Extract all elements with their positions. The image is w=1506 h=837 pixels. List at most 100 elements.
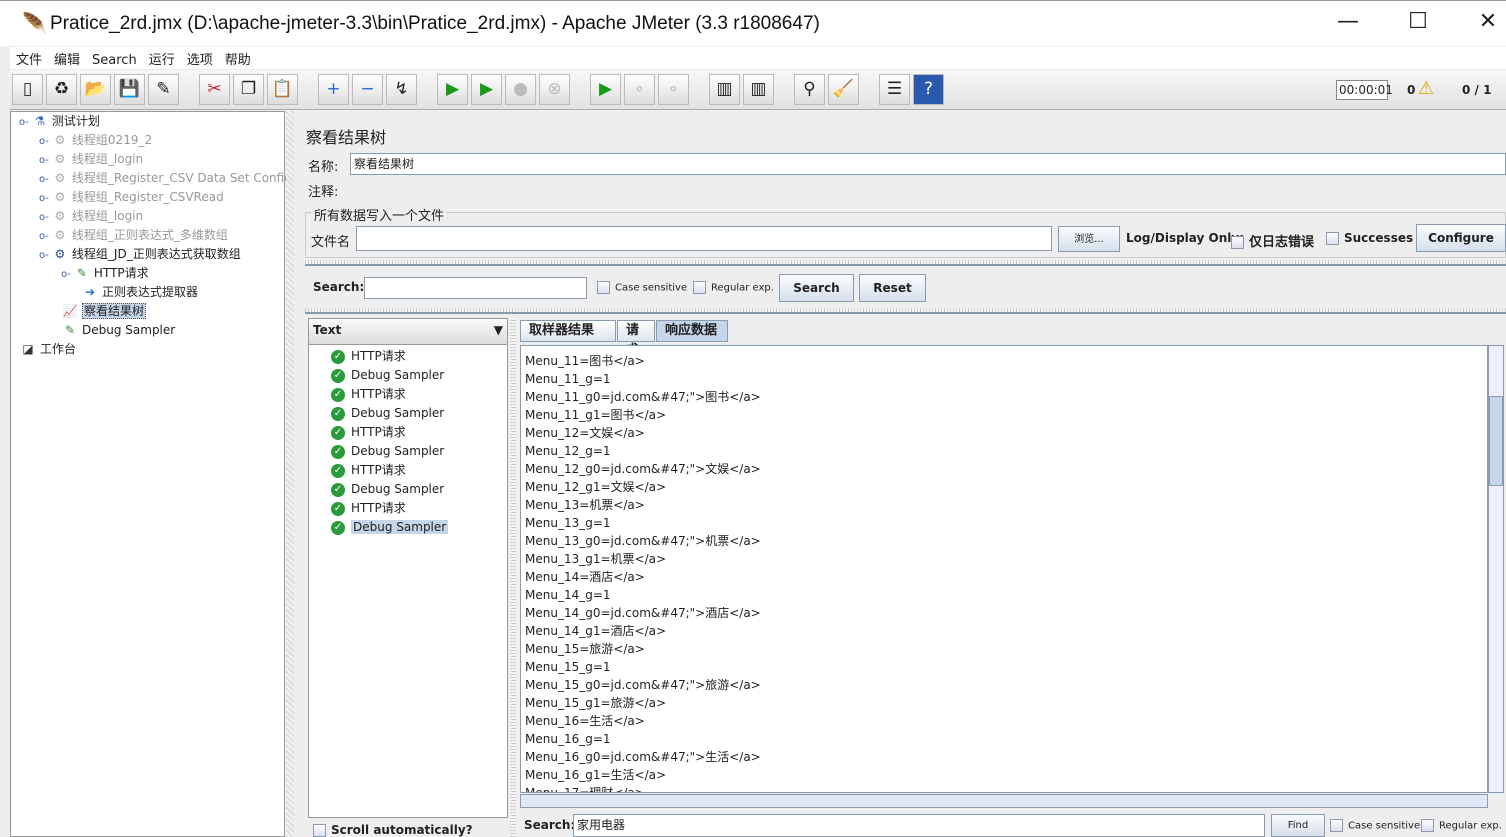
tree-toggle-icon[interactable]: o-	[39, 155, 49, 166]
shutdown-icon[interactable]: ⊗	[539, 74, 570, 105]
result-item[interactable]: ✓ Debug Sampler	[331, 366, 444, 385]
response-line: Menu_11_g=1	[525, 372, 611, 386]
menu-item[interactable]: 选项	[181, 47, 219, 70]
bottom-case-checkbox[interactable]: Case sensitive	[1330, 819, 1420, 832]
tree-toggle-icon[interactable]: o-	[39, 250, 49, 261]
save-as-icon[interactable]: ✎	[148, 74, 179, 105]
bottom-regex-checkbox[interactable]: Regular exp.	[1421, 819, 1502, 832]
reset-button[interactable]: Reset	[859, 274, 926, 302]
tree-node[interactable]: o- ⚙ 线程组_login	[39, 150, 143, 169]
result-item[interactable]: ✓ HTTP请求	[331, 461, 406, 480]
tree-node[interactable]: o- ⚙ 线程组_正则表达式_多维数组	[39, 226, 228, 245]
tree-node[interactable]: o- ⚙ 线程组_login	[39, 207, 143, 226]
close-button[interactable]: ✕	[1468, 9, 1506, 34]
function-helper-icon[interactable]: ☰	[879, 74, 910, 105]
result-item[interactable]: ✓ HTTP请求	[331, 347, 406, 366]
menu-item[interactable]: 运行	[143, 47, 181, 70]
divider[interactable]	[305, 308, 1506, 314]
response-data-text[interactable]: Menu_11=图书</a> Menu_11_g=1 Menu_11_g0=jd.c…	[520, 345, 1488, 793]
tree-node[interactable]: o- ⚙ 线程组0219_2	[39, 131, 152, 150]
tree-toggle-icon[interactable]: o-	[61, 269, 71, 280]
paste-icon[interactable]: 📋	[267, 74, 298, 105]
minimize-button[interactable]: —	[1328, 9, 1368, 34]
result-item[interactable]: ✓ HTTP请求	[331, 385, 406, 404]
successes-checkbox[interactable]: Successes	[1326, 231, 1413, 245]
browse-button[interactable]: 浏览...	[1058, 226, 1120, 252]
divider[interactable]	[305, 260, 1506, 266]
find-button[interactable]: Find	[1271, 814, 1325, 837]
tree-node[interactable]: o- ⚙ 线程组_Register_CSV Data Set Config	[39, 169, 292, 188]
tree-node[interactable]: o- ⚙ 线程组_Register_CSVRead	[39, 188, 224, 207]
collapse-icon[interactable]: −	[352, 74, 383, 105]
tree-node[interactable]: ✎ Debug Sampler	[61, 321, 175, 340]
tab-1[interactable]: 请求	[617, 320, 655, 358]
bottom-search-input[interactable]: 家用电器	[573, 814, 1265, 837]
tab-2[interactable]: 响应数据	[656, 320, 728, 342]
configure-button[interactable]: Configure	[1416, 224, 1506, 252]
search-icon[interactable]: ⚲	[794, 74, 825, 105]
clear-all-icon[interactable]: ▥	[743, 74, 774, 105]
start-no-pause-icon[interactable]: ▶	[471, 74, 502, 105]
new-icon[interactable]: ▯	[12, 74, 43, 105]
vertical-scrollbar[interactable]	[1488, 345, 1504, 793]
reset-search-icon[interactable]: 🧹	[828, 74, 859, 105]
splitter[interactable]	[286, 111, 294, 837]
file-name-input[interactable]	[356, 226, 1052, 251]
maximize-button[interactable]: ☐	[1398, 9, 1438, 34]
success-shield-icon: ✓	[331, 406, 345, 421]
tree-toggle-icon[interactable]: o-	[39, 193, 49, 204]
scroll-auto-checkbox[interactable]: Scroll automatically?	[313, 823, 473, 837]
tree-toggle-icon[interactable]: o-	[39, 231, 49, 242]
tab-0[interactable]: 取样器结果	[520, 320, 616, 342]
save-icon[interactable]: 💾	[114, 74, 145, 105]
name-field[interactable]: 察看结果树	[350, 153, 1506, 175]
result-item[interactable]: ✓ HTTP请求	[331, 499, 406, 518]
success-shield-icon: ✓	[331, 520, 345, 535]
menu-item[interactable]: 帮助	[219, 47, 257, 70]
help-icon[interactable]: ?	[913, 74, 944, 105]
errors-checkbox[interactable]: 仅日志错误	[1231, 231, 1314, 250]
menu-item[interactable]: 文件	[10, 47, 48, 70]
search-button[interactable]: Search	[779, 274, 854, 302]
tree-toggle-icon[interactable]: o-	[39, 174, 49, 185]
result-item[interactable]: ✓ Debug Sampler	[331, 442, 444, 461]
horizontal-scrollbar[interactable]	[520, 794, 1488, 808]
comment-field[interactable]	[345, 178, 1506, 200]
toggle-icon[interactable]: ↯	[386, 74, 417, 105]
results-splitter[interactable]	[510, 318, 516, 837]
case-sensitive-checkbox[interactable]: Case sensitive	[597, 281, 687, 294]
tree-node[interactable]: ◪ 工作台	[19, 340, 76, 359]
remote-shutdown-icon[interactable]: ∘	[658, 74, 689, 105]
tree-node[interactable]: 📈 察看结果树	[61, 302, 147, 321]
cut-icon[interactable]: ✂	[199, 74, 230, 105]
tree-toggle-icon[interactable]: o-	[19, 117, 29, 128]
copy-icon[interactable]: ❐	[233, 74, 264, 105]
renderer-select[interactable]: Text ▼	[309, 319, 507, 345]
clear-icon[interactable]: ▥	[709, 74, 740, 105]
expand-icon[interactable]: +	[318, 74, 349, 105]
remote-start-icon[interactable]: ▶	[590, 74, 621, 105]
test-plan-tree[interactable]: o- ⚗ 测试计划 o- ⚙ 线程组0219_2 o- ⚙ 线程组_login o- ⚙ 线程组_Re…	[10, 111, 292, 837]
regex-checkbox[interactable]: Regular exp.	[693, 281, 774, 294]
tree-node[interactable]: o- ✎ HTTP请求	[61, 264, 149, 283]
start-icon[interactable]: ▶	[437, 74, 468, 105]
tree-node[interactable]: o- ⚙ 线程组_JD_正则表达式获取数组	[39, 245, 241, 264]
open-icon[interactable]: 📂	[80, 74, 111, 105]
tree-node[interactable]: o- ⚗ 测试计划	[19, 112, 100, 131]
result-item[interactable]: ✓ Debug Sampler	[331, 404, 444, 423]
tree-toggle-icon[interactable]: o-	[39, 212, 49, 223]
warning-icon[interactable]: ⚠	[1418, 78, 1434, 99]
menu-item[interactable]: Search	[86, 51, 143, 70]
templates-icon[interactable]: ♻	[46, 74, 77, 105]
menu-item[interactable]: 编辑	[48, 47, 86, 70]
remote-stop-icon[interactable]: ∘	[624, 74, 655, 105]
tree-toggle-icon[interactable]: o-	[39, 136, 49, 147]
stop-icon[interactable]: ●	[505, 74, 536, 105]
result-item-label: HTTP请求	[351, 387, 406, 401]
tree-node[interactable]: ➔ 正则表达式提取器	[81, 283, 198, 302]
search-input[interactable]	[364, 277, 587, 299]
result-item[interactable]: ✓ Debug Sampler	[331, 480, 444, 499]
result-item[interactable]: ✓ HTTP请求	[331, 423, 406, 442]
result-item[interactable]: ✓ Debug Sampler	[331, 518, 449, 537]
result-item-label: HTTP请求	[351, 501, 406, 515]
